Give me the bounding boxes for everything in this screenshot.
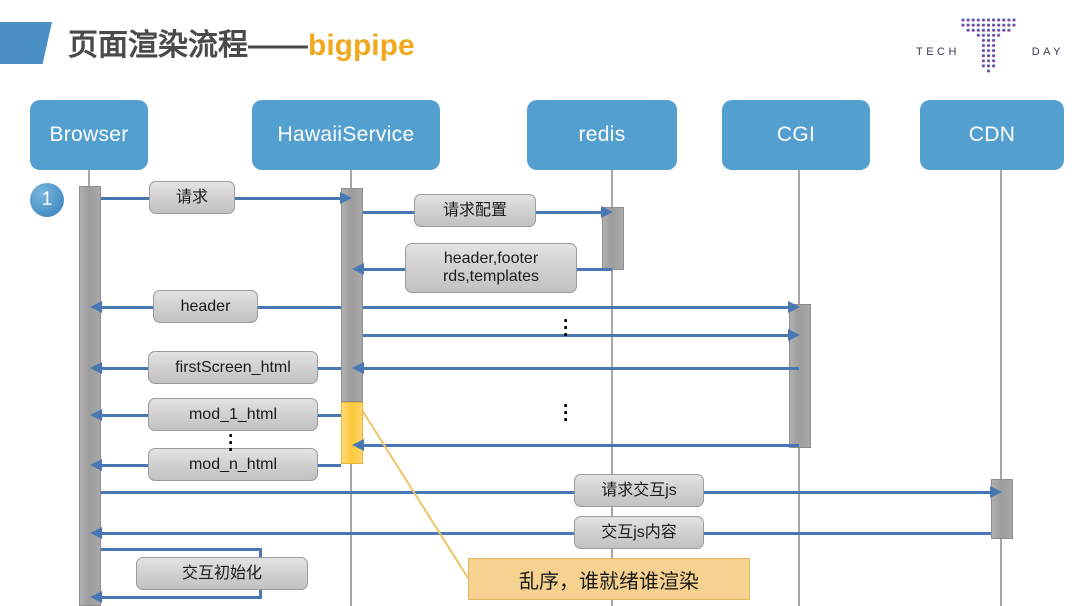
callout-note[interactable]: 乱序，谁就绪谁渲染 [468, 558, 750, 600]
slide-canvas: 页面渲染流程——bigpipe TECH DAY Browser HawaiiSe… [0, 0, 1080, 606]
callout-leader-line [361, 409, 469, 579]
